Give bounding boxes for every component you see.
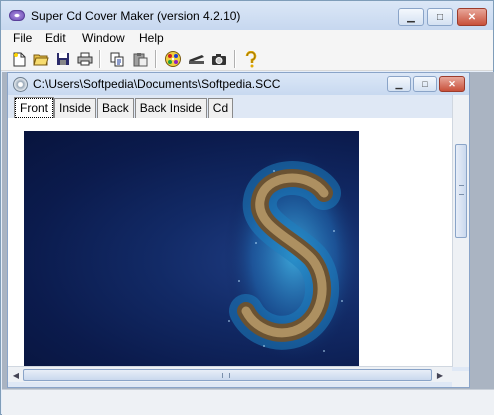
minimize-button[interactable]: ▁ <box>398 8 424 26</box>
document-window: C:\Users\Softpedia\Documents\Softpedia.S… <box>7 72 470 388</box>
help-icon <box>245 50 257 67</box>
scroll-right-arrow[interactable]: ▶ <box>433 369 447 381</box>
camera-button[interactable] <box>210 50 228 68</box>
tab-back[interactable]: Back <box>97 98 134 118</box>
island-s-artwork <box>224 146 359 366</box>
grip-icon <box>222 373 230 378</box>
app-window: Super Cd Cover Maker (version 4.2.10) ▁ … <box>0 0 494 415</box>
open-folder-icon <box>33 54 49 66</box>
arrow-left-icon: ◀ <box>12 370 20 380</box>
scroll-left-arrow[interactable]: ◀ <box>9 369 23 381</box>
paste-button[interactable] <box>131 50 149 68</box>
copy-icon <box>110 52 123 66</box>
toolbar-separator <box>99 50 101 68</box>
save-icon <box>57 53 69 65</box>
grip-icon <box>459 185 464 195</box>
vertical-scrollbar[interactable] <box>452 95 469 367</box>
app-icon[interactable] <box>9 10 25 21</box>
camera-icon <box>212 53 226 65</box>
tab-back-inside-label: Back Inside <box>139 101 202 115</box>
doc-close-button[interactable]: ✕ <box>439 76 465 92</box>
tab-inside-label: Inside <box>59 101 92 115</box>
window-title: Super Cd Cover Maker (version 4.2.10) <box>31 9 241 23</box>
menu-help[interactable]: Help <box>139 31 164 45</box>
menu-bar: File Edit Window Help <box>1 30 493 47</box>
tab-inside[interactable]: Inside <box>54 98 97 118</box>
print-icon <box>77 52 93 66</box>
menu-file[interactable]: File <box>13 31 32 45</box>
arrow-right-icon: ▶ <box>436 370 444 380</box>
close-icon: ✕ <box>448 78 456 89</box>
disc-palette-button[interactable] <box>164 50 182 68</box>
cover-tabs: Front Inside Back Back Inside Cd <box>13 97 234 119</box>
disc-palette-icon <box>165 51 181 67</box>
minimize-icon: ▁ <box>407 11 415 23</box>
menu-window[interactable]: Window <box>82 31 125 45</box>
tab-back-inside[interactable]: Back Inside <box>134 98 207 118</box>
vertical-scroll-thumb[interactable] <box>455 144 467 238</box>
document-title-bar[interactable]: C:\Users\Softpedia\Documents\Softpedia.S… <box>8 73 469 95</box>
open-button[interactable] <box>32 50 50 68</box>
toolbar <box>1 47 493 71</box>
mdi-workspace: C:\Users\Softpedia\Documents\Softpedia.S… <box>2 72 494 415</box>
minimize-icon: ▁ <box>395 78 403 89</box>
close-button[interactable]: ✕ <box>457 8 487 26</box>
cover-canvas-area <box>8 118 469 366</box>
maximize-icon: □ <box>436 11 444 23</box>
title-bar[interactable]: Super Cd Cover Maker (version 4.2.10) ▁ … <box>1 1 493 31</box>
tab-cd-label: Cd <box>212 101 229 115</box>
toolbar-separator <box>234 50 236 68</box>
status-bar <box>2 389 494 415</box>
tab-back-label: Back <box>102 101 129 115</box>
maximize-button[interactable]: □ <box>427 8 453 26</box>
horizontal-scrollbar[interactable]: ◀ ▶ <box>8 366 452 382</box>
tab-cd[interactable]: Cd <box>207 98 234 118</box>
doc-minimize-button[interactable]: ▁ <box>387 76 411 92</box>
new-file-icon <box>13 52 25 66</box>
cd-disc-icon <box>13 77 28 92</box>
doc-maximize-button[interactable]: □ <box>413 76 437 92</box>
menu-edit[interactable]: Edit <box>45 31 66 45</box>
save-button[interactable] <box>54 50 72 68</box>
document-title: C:\Users\Softpedia\Documents\Softpedia.S… <box>33 77 281 91</box>
print-button[interactable] <box>76 50 94 68</box>
front-cover-image[interactable] <box>24 131 359 366</box>
horizontal-scroll-thumb[interactable] <box>23 369 432 381</box>
scanner-icon <box>188 55 204 64</box>
maximize-icon: □ <box>422 79 428 89</box>
resize-grip[interactable] <box>452 371 469 387</box>
toolbar-separator <box>155 50 157 68</box>
close-icon: ✕ <box>467 11 477 23</box>
help-button[interactable] <box>242 50 260 68</box>
copy-button[interactable] <box>108 50 126 68</box>
scanner-button[interactable] <box>187 50 205 68</box>
paste-icon <box>133 52 147 66</box>
tab-front-label: Front <box>20 101 49 115</box>
tab-front[interactable]: Front <box>13 97 55 119</box>
new-file-button[interactable] <box>10 50 28 68</box>
